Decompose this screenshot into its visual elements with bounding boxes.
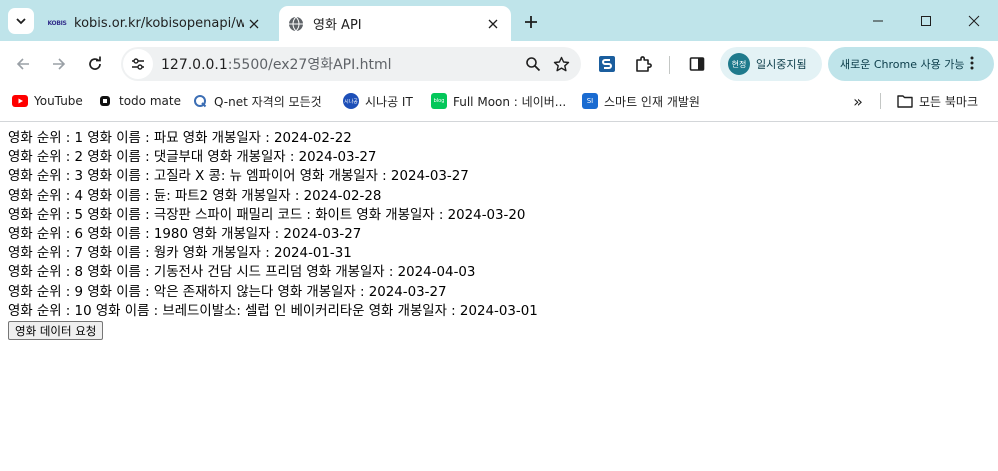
kobis-favicon-icon: KOBIS — [47, 20, 67, 27]
list-item: 영화 순위 : 2 영화 이름 : 댓글부대 영화 개봉일자 : 2024-03… — [8, 150, 377, 166]
plus-icon — [525, 16, 537, 28]
star-icon — [553, 56, 569, 71]
blog-icon: blog — [431, 93, 447, 109]
bookmark-youtube[interactable]: YouTube — [12, 91, 83, 111]
zoom-search-button[interactable] — [519, 50, 547, 78]
chrome-update-button[interactable]: 새로운 Chrome 사용 가능 — [828, 47, 994, 81]
more-vert-icon — [970, 55, 974, 74]
profile-status: 일시중지됨 — [756, 58, 807, 71]
bookmark-label: 스마트 인재 개발원 — [604, 94, 700, 109]
minimize-button[interactable] — [854, 0, 902, 41]
forward-button[interactable] — [45, 50, 73, 78]
qnet-icon — [192, 93, 208, 109]
bookmark-label: Full Moon : 네이버... — [453, 94, 567, 109]
bookmark-qnet[interactable]: Q-net 자격의 모든것 — [192, 91, 322, 111]
list-item: 영화 순위 : 7 영화 이름 : 웡카 영화 개봉일자 : 2024-01-3… — [8, 246, 352, 262]
smart-icon: SI — [582, 93, 598, 109]
list-item: 영화 순위 : 5 영화 이름 : 극장판 스파이 패밀리 코드 : 화이트 영… — [8, 207, 526, 223]
list-item: 영화 순위 : 8 영화 이름 : 기동전사 건담 시드 프리덤 영화 개봉일자… — [8, 265, 476, 281]
bookmark-label: 모든 북마크 — [919, 94, 979, 109]
avatar: 현정 — [728, 53, 750, 75]
list-item: 영화 순위 : 10 영화 이름 : 브레드이발소: 셀럽 인 베이커리타운 영… — [8, 303, 538, 319]
list-item: 영화 순위 : 9 영화 이름 : 악은 존재하지 않는다 영화 개봉일자 : … — [8, 284, 447, 300]
bookmarks-bar: YouTube todo mate Q-net 자격의 모든것 시나공 시나공 … — [0, 87, 998, 115]
url-host: 127.0.0.1 — [161, 57, 228, 73]
extensions-button[interactable] — [629, 50, 657, 78]
close-icon[interactable] — [244, 14, 264, 34]
todo-mate-icon — [97, 93, 113, 109]
extension-s-button[interactable] — [593, 50, 621, 78]
browser-toolbar: 127.0.0.1:5500/ex27영화API.html 현정 일시중지됨 새… — [0, 41, 998, 87]
request-movie-data-button[interactable]: 영화 데이터 요청 — [8, 321, 104, 340]
tab-title: kobis.or.kr/kobisopenapi/webse — [74, 16, 244, 31]
toolbar-separator — [669, 56, 670, 74]
bookmark-full-moon[interactable]: blog Full Moon : 네이버... — [431, 91, 566, 111]
s-extension-icon — [599, 56, 615, 72]
bookmarks-separator — [880, 93, 881, 109]
list-item: 영화 순위 : 1 영화 이름 : 파묘 영화 개봉일자 : 2024-02-2… — [8, 131, 352, 146]
all-bookmarks-button[interactable]: 모든 북마크 — [897, 91, 978, 111]
search-icon — [526, 57, 541, 72]
tab-kobis[interactable]: KOBIS kobis.or.kr/kobisopenapi/webse — [40, 6, 272, 41]
close-icon — [968, 15, 980, 26]
globe-icon — [287, 15, 305, 33]
bookmark-label: todo mate — [119, 94, 181, 108]
tab-title: 영화 API — [313, 18, 362, 33]
bookmark-sinagong[interactable]: 시나공 시나공 IT — [343, 91, 413, 111]
chevron-down-icon — [16, 18, 26, 25]
page-content: 영화 순위 : 1 영화 이름 : 파묘 영화 개봉일자 : 2024-02-2… — [0, 122, 998, 471]
profile-button[interactable]: 현정 일시중지됨 — [720, 47, 822, 81]
list-item: 영화 순위 : 3 영화 이름 : 고질라 X 콩: 뉴 엠파이어 영화 개봉일… — [8, 169, 469, 185]
sinagong-icon: 시나공 — [343, 93, 359, 109]
address-url[interactable]: 127.0.0.1:5500/ex27영화API.html — [161, 54, 519, 74]
side-panel-icon — [689, 57, 705, 71]
side-panel-button[interactable] — [683, 50, 711, 78]
list-item: 영화 순위 : 4 영화 이름 : 듄: 파트2 영화 개봉일자 : 2024-… — [8, 188, 382, 204]
tune-icon — [132, 58, 144, 70]
reload-button[interactable] — [81, 50, 109, 78]
list-item: 영화 순위 : 6 영화 이름 : 1980 영화 개봉일자 : 2024-03… — [8, 227, 362, 243]
bookmark-label: YouTube — [34, 94, 83, 108]
bookmark-label: Q-net 자격의 모든것 — [214, 94, 322, 109]
bookmark-smart-talent[interactable]: SI 스마트 인재 개발원 — [582, 91, 700, 111]
reload-icon — [89, 56, 101, 70]
bookmarks-overflow-button[interactable]: » — [848, 91, 868, 111]
minimize-icon — [873, 20, 883, 21]
maximize-icon — [921, 15, 931, 26]
close-window-button[interactable] — [950, 0, 998, 41]
update-label: 새로운 Chrome 사용 가능 — [840, 58, 965, 71]
arrow-right-icon — [53, 58, 66, 70]
movie-list: 영화 순위 : 1 영화 이름 : 파묘 영화 개봉일자 : 2024-02-2… — [8, 129, 538, 321]
bookmark-star-button[interactable] — [547, 50, 575, 78]
arrow-left-icon — [16, 58, 29, 70]
maximize-button[interactable] — [902, 0, 950, 41]
youtube-icon — [12, 93, 28, 109]
browser-window: KOBIS kobis.or.kr/kobisopenapi/webse 영화 … — [0, 0, 998, 471]
tab-movie-api[interactable]: 영화 API — [279, 6, 511, 41]
site-info-button[interactable] — [123, 49, 153, 79]
back-button[interactable] — [9, 50, 37, 78]
address-bar[interactable]: 127.0.0.1:5500/ex27영화API.html — [121, 47, 581, 81]
bookmark-todo-mate[interactable]: todo mate — [97, 91, 181, 111]
tab-strip: KOBIS kobis.or.kr/kobisopenapi/webse 영화 … — [0, 0, 998, 41]
url-path: :5500/ex27영화API.html — [227, 57, 392, 73]
tab-search-button[interactable] — [8, 8, 34, 34]
window-controls — [854, 0, 998, 41]
bookmark-label: 시나공 IT — [365, 94, 413, 109]
new-tab-button[interactable] — [519, 10, 543, 34]
folder-icon — [897, 93, 913, 109]
close-icon[interactable] — [483, 14, 503, 34]
puzzle-icon — [636, 56, 652, 72]
